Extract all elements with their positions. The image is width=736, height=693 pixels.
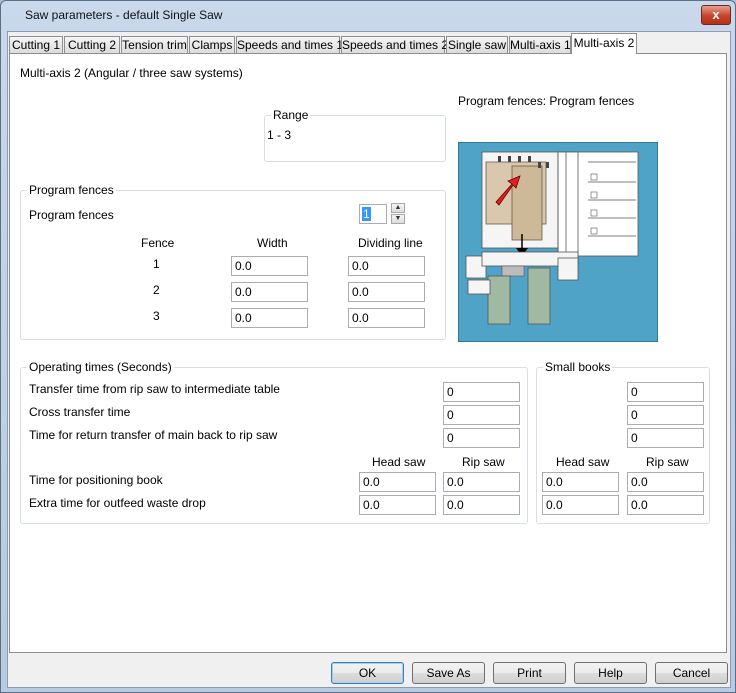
small-books-cross-transfer-input[interactable]: 0 [627, 405, 704, 425]
tab-multi-axis-2[interactable]: Multi-axis 2 [571, 33, 637, 54]
operating-time-label: Time for positioning book [29, 473, 163, 487]
chevron-up-icon: ▲ [394, 204, 402, 211]
program-fences-diagram [457, 141, 659, 343]
col-header-rip-saw: Rip saw [646, 455, 689, 469]
panel-heading: Multi-axis 2 (Angular / three saw system… [20, 66, 243, 80]
fence-2-width-input[interactable]: 0.0 [231, 282, 308, 302]
small-books-waste-head-input[interactable]: 0.0 [542, 495, 619, 515]
return-transfer-time-input[interactable]: 0 [443, 428, 520, 448]
operating-times-group-title: Operating times (Seconds) [27, 360, 174, 374]
operating-time-label: Transfer time from rip saw to intermedia… [29, 382, 280, 396]
saw-machine-illustration [457, 141, 659, 343]
spinner-up-button[interactable]: ▲ [391, 203, 405, 213]
program-fences-spinner[interactable]: 1 [359, 204, 387, 224]
tab-label: Single saw [447, 38, 507, 52]
small-books-group: Small books 0 0 0 Head saw Rip saw 0.0 0… [536, 360, 710, 524]
small-books-group-title: Small books [543, 360, 613, 374]
waste-drop-rip-saw-input[interactable]: 0.0 [443, 495, 520, 515]
range-value: 1 - 3 [267, 128, 292, 142]
title-bar[interactable]: Saw parameters - default Single Saw x [1, 1, 735, 29]
tab-label: Speeds and times 2 [342, 38, 449, 52]
waste-drop-head-saw-input[interactable]: 0.0 [359, 495, 436, 515]
fence-number: 2 [153, 283, 160, 297]
operating-times-group: Operating times (Seconds) Transfer time … [20, 360, 528, 524]
col-header-dividing-line: Dividing line [358, 236, 423, 250]
col-header-rip-saw: Rip saw [462, 455, 505, 469]
tab-label: Clamps [191, 38, 233, 52]
tab-label: Multi-axis 1 [510, 38, 571, 52]
tab-label: Cutting 2 [67, 38, 117, 52]
positioning-book-rip-saw-input[interactable]: 0.0 [443, 472, 520, 492]
close-button[interactable]: x [701, 5, 731, 25]
fence-3-width-input[interactable]: 0.0 [231, 308, 308, 328]
close-icon: x [712, 7, 720, 22]
help-button[interactable]: Help [574, 662, 647, 684]
print-button[interactable]: Print [493, 662, 566, 684]
positioning-book-head-saw-input[interactable]: 0.0 [359, 472, 436, 492]
range-title: Range [271, 108, 311, 122]
tab-label: Cutting 1 [11, 38, 61, 52]
fence-3-dividing-input[interactable]: 0.0 [348, 308, 425, 328]
transfer-time-input[interactable]: 0 [443, 382, 520, 402]
window-title: Saw parameters - default Single Saw [25, 8, 223, 22]
small-books-positioning-head-input[interactable]: 0.0 [542, 472, 619, 492]
save-as-button[interactable]: Save As [412, 662, 485, 684]
col-header-head-saw: Head saw [372, 455, 426, 469]
tab-cutting-2[interactable]: Cutting 2 [64, 36, 120, 53]
tab-speeds-and-times-2[interactable]: Speeds and times 2 [341, 36, 449, 53]
small-books-transfer-input[interactable]: 0 [627, 382, 704, 402]
fence-number: 3 [153, 309, 160, 323]
cross-transfer-time-input[interactable]: 0 [443, 405, 520, 425]
client-area: Cutting 1 Cutting 2 Tension trim Clamps … [7, 31, 731, 688]
range-group: Range 1 - 3 [264, 108, 446, 162]
image-caption: Program fences: Program fences [458, 94, 635, 108]
tab-clamps[interactable]: Clamps [189, 36, 235, 53]
tab-panel: Multi-axis 2 (Angular / three saw system… [9, 53, 727, 653]
fence-1-dividing-input[interactable]: 0.0 [348, 256, 425, 276]
program-fences-group: Program fences Program fences 1 ▲ ▼ Fenc… [20, 183, 446, 340]
dialog-window: Saw parameters - default Single Saw x Cu… [0, 0, 736, 693]
small-books-positioning-rip-input[interactable]: 0.0 [627, 472, 704, 492]
cancel-button[interactable]: Cancel [655, 662, 728, 684]
tab-label: Multi-axis 2 [573, 36, 635, 50]
tab-speeds-and-times-1[interactable]: Speeds and times 1 [236, 36, 344, 53]
program-fences-spinner-value: 1 [362, 207, 371, 221]
tab-label: Tension trim [122, 38, 187, 52]
spinner-down-button[interactable]: ▼ [391, 214, 405, 224]
tab-label: Speeds and times 1 [237, 38, 344, 52]
fence-1-width-input[interactable]: 0.0 [231, 256, 308, 276]
tab-cutting-1[interactable]: Cutting 1 [9, 36, 63, 53]
ok-button[interactable]: OK [331, 662, 404, 684]
operating-time-label: Cross transfer time [29, 405, 131, 419]
col-header-head-saw: Head saw [556, 455, 610, 469]
chevron-down-icon: ▼ [394, 215, 402, 222]
col-header-width: Width [257, 236, 288, 250]
operating-time-label: Extra time for outfeed waste drop [29, 496, 206, 510]
col-header-fence: Fence [141, 236, 175, 250]
tab-single-saw[interactable]: Single saw [446, 36, 508, 53]
fence-2-dividing-input[interactable]: 0.0 [348, 282, 425, 302]
fence-number: 1 [153, 257, 160, 271]
operating-time-label: Time for return transfer of main back to… [29, 428, 278, 442]
small-books-waste-rip-input[interactable]: 0.0 [627, 495, 704, 515]
tab-multi-axis-1[interactable]: Multi-axis 1 [509, 36, 571, 53]
program-fences-group-title: Program fences [27, 183, 116, 197]
small-books-return-transfer-input[interactable]: 0 [627, 428, 704, 448]
tab-tension-trim[interactable]: Tension trim [121, 36, 188, 53]
program-fences-label: Program fences [29, 208, 114, 222]
